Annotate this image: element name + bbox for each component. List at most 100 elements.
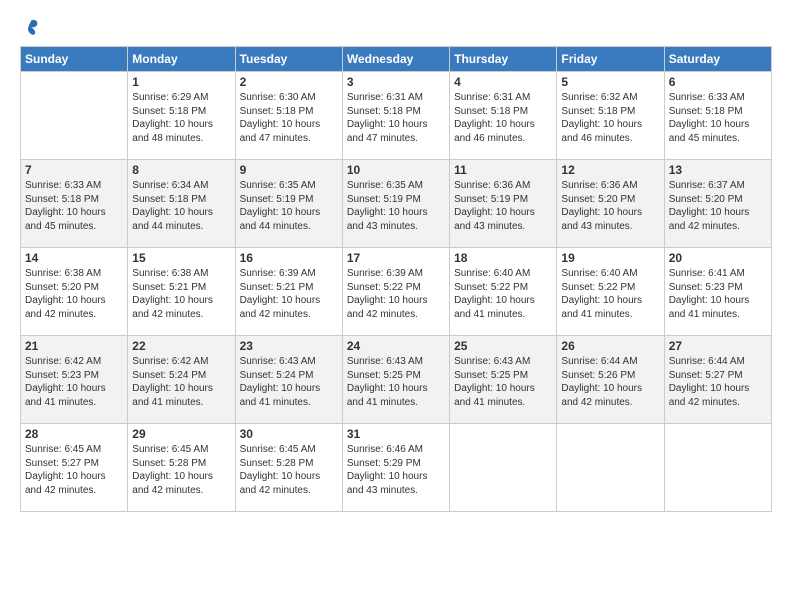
day-number: 5: [561, 75, 659, 89]
calendar-cell: 8 Sunrise: 6:34 AMSunset: 5:18 PMDaylight…: [128, 160, 235, 248]
day-number: 26: [561, 339, 659, 353]
calendar-cell: [664, 424, 771, 512]
day-info: Sunrise: 6:44 AMSunset: 5:27 PMDaylight:…: [669, 355, 767, 409]
day-number: 4: [454, 75, 552, 89]
day-number: 13: [669, 163, 767, 177]
header: [20, 18, 772, 38]
calendar-cell: 22 Sunrise: 6:42 AMSunset: 5:24 PMDayligh…: [128, 336, 235, 424]
day-info: Sunrise: 6:39 AMSunset: 5:22 PMDaylight:…: [347, 267, 445, 321]
day-info: Sunrise: 6:40 AMSunset: 5:22 PMDaylight:…: [454, 267, 552, 321]
page: SundayMondayTuesdayWednesdayThursdayFrid…: [0, 0, 792, 612]
day-number: 27: [669, 339, 767, 353]
day-number: 23: [240, 339, 338, 353]
day-number: 6: [669, 75, 767, 89]
calendar-cell: 18 Sunrise: 6:40 AMSunset: 5:22 PMDayligh…: [450, 248, 557, 336]
calendar-cell: 31Sunrise: 6:46 AMSunset: 5:29 PMDayligh…: [342, 424, 449, 512]
calendar-cell: 24 Sunrise: 6:43 AMSunset: 5:25 PMDayligh…: [342, 336, 449, 424]
calendar-cell: 14 Sunrise: 6:38 AMSunset: 5:20 PMDayligh…: [21, 248, 128, 336]
day-info: Sunrise: 6:44 AMSunset: 5:26 PMDaylight:…: [561, 355, 659, 409]
day-number: 20: [669, 251, 767, 265]
weekday-header-row: SundayMondayTuesdayWednesdayThursdayFrid…: [21, 47, 772, 72]
day-info: Sunrise: 6:38 AMSunset: 5:20 PMDaylight:…: [25, 267, 123, 321]
day-number: 30: [240, 427, 338, 441]
weekday-header-thursday: Thursday: [450, 47, 557, 72]
calendar-cell: 27 Sunrise: 6:44 AMSunset: 5:27 PMDayligh…: [664, 336, 771, 424]
day-number: 8: [132, 163, 230, 177]
calendar-cell: 2 Sunrise: 6:30 AMSunset: 5:18 PMDaylight…: [235, 72, 342, 160]
day-number: 29: [132, 427, 230, 441]
week-row-1: 1 Sunrise: 6:29 AMSunset: 5:18 PMDaylight…: [21, 72, 772, 160]
week-row-4: 21Sunrise: 6:42 AMSunset: 5:23 PMDayligh…: [21, 336, 772, 424]
calendar-cell: 10 Sunrise: 6:35 AMSunset: 5:19 PMDayligh…: [342, 160, 449, 248]
calendar-cell: 4 Sunrise: 6:31 AMSunset: 5:18 PMDaylight…: [450, 72, 557, 160]
day-number: 18: [454, 251, 552, 265]
day-number: 24: [347, 339, 445, 353]
week-row-2: 7 Sunrise: 6:33 AMSunset: 5:18 PMDaylight…: [21, 160, 772, 248]
day-number: 3: [347, 75, 445, 89]
calendar-cell: 11 Sunrise: 6:36 AMSunset: 5:19 PMDayligh…: [450, 160, 557, 248]
calendar-cell: 9Sunrise: 6:35 AMSunset: 5:19 PMDaylight…: [235, 160, 342, 248]
day-info: Sunrise: 6:31 AMSunset: 5:18 PMDaylight:…: [454, 91, 552, 145]
calendar-cell: 28 Sunrise: 6:45 AMSunset: 5:27 PMDayligh…: [21, 424, 128, 512]
calendar-cell: 23 Sunrise: 6:43 AMSunset: 5:24 PMDayligh…: [235, 336, 342, 424]
day-number: 17: [347, 251, 445, 265]
calendar-cell: 20 Sunrise: 6:41 AMSunset: 5:23 PMDayligh…: [664, 248, 771, 336]
day-number: 9: [240, 163, 338, 177]
calendar-cell: 16 Sunrise: 6:39 AMSunset: 5:21 PMDayligh…: [235, 248, 342, 336]
day-info: Sunrise: 6:29 AMSunset: 5:18 PMDaylight:…: [132, 91, 230, 145]
day-number: 1: [132, 75, 230, 89]
day-info: Sunrise: 6:32 AMSunset: 5:18 PMDaylight:…: [561, 91, 659, 145]
day-number: 21: [25, 339, 123, 353]
calendar-cell: 30 Sunrise: 6:45 AMSunset: 5:28 PMDayligh…: [235, 424, 342, 512]
calendar-cell: 21Sunrise: 6:42 AMSunset: 5:23 PMDayligh…: [21, 336, 128, 424]
day-info: Sunrise: 6:37 AMSunset: 5:20 PMDaylight:…: [669, 179, 767, 233]
day-number: 25: [454, 339, 552, 353]
day-number: 19: [561, 251, 659, 265]
calendar-cell: 5 Sunrise: 6:32 AMSunset: 5:18 PMDaylight…: [557, 72, 664, 160]
day-number: 2: [240, 75, 338, 89]
day-info: Sunrise: 6:34 AMSunset: 5:18 PMDaylight:…: [132, 179, 230, 233]
day-number: 11: [454, 163, 552, 177]
day-info: Sunrise: 6:41 AMSunset: 5:23 PMDaylight:…: [669, 267, 767, 321]
day-number: 10: [347, 163, 445, 177]
day-info: Sunrise: 6:36 AMSunset: 5:19 PMDaylight:…: [454, 179, 552, 233]
calendar-cell: 13 Sunrise: 6:37 AMSunset: 5:20 PMDayligh…: [664, 160, 771, 248]
weekday-header-friday: Friday: [557, 47, 664, 72]
calendar-cell: 17 Sunrise: 6:39 AMSunset: 5:22 PMDayligh…: [342, 248, 449, 336]
day-info: Sunrise: 6:43 AMSunset: 5:25 PMDaylight:…: [347, 355, 445, 409]
day-info: Sunrise: 6:30 AMSunset: 5:18 PMDaylight:…: [240, 91, 338, 145]
logo-bird-icon: [22, 18, 40, 36]
calendar-cell: [450, 424, 557, 512]
day-info: Sunrise: 6:36 AMSunset: 5:20 PMDaylight:…: [561, 179, 659, 233]
calendar-table: SundayMondayTuesdayWednesdayThursdayFrid…: [20, 46, 772, 512]
day-number: 16: [240, 251, 338, 265]
calendar-cell: 25Sunrise: 6:43 AMSunset: 5:25 PMDayligh…: [450, 336, 557, 424]
calendar-cell: 1 Sunrise: 6:29 AMSunset: 5:18 PMDaylight…: [128, 72, 235, 160]
calendar-cell: [21, 72, 128, 160]
day-info: Sunrise: 6:42 AMSunset: 5:24 PMDaylight:…: [132, 355, 230, 409]
weekday-header-wednesday: Wednesday: [342, 47, 449, 72]
day-info: Sunrise: 6:33 AMSunset: 5:18 PMDaylight:…: [25, 179, 123, 233]
calendar-cell: 6Sunrise: 6:33 AMSunset: 5:18 PMDaylight…: [664, 72, 771, 160]
day-info: Sunrise: 6:45 AMSunset: 5:27 PMDaylight:…: [25, 443, 123, 497]
calendar-cell: 29 Sunrise: 6:45 AMSunset: 5:28 PMDayligh…: [128, 424, 235, 512]
day-number: 22: [132, 339, 230, 353]
day-info: Sunrise: 6:45 AMSunset: 5:28 PMDaylight:…: [240, 443, 338, 497]
day-number: 7: [25, 163, 123, 177]
day-number: 14: [25, 251, 123, 265]
day-info: Sunrise: 6:43 AMSunset: 5:24 PMDaylight:…: [240, 355, 338, 409]
calendar-cell: 3Sunrise: 6:31 AMSunset: 5:18 PMDaylight…: [342, 72, 449, 160]
weekday-header-saturday: Saturday: [664, 47, 771, 72]
day-info: Sunrise: 6:45 AMSunset: 5:28 PMDaylight:…: [132, 443, 230, 497]
day-number: 12: [561, 163, 659, 177]
day-number: 28: [25, 427, 123, 441]
day-info: Sunrise: 6:39 AMSunset: 5:21 PMDaylight:…: [240, 267, 338, 321]
weekday-header-sunday: Sunday: [21, 47, 128, 72]
calendar-cell: 19Sunrise: 6:40 AMSunset: 5:22 PMDayligh…: [557, 248, 664, 336]
weekday-header-tuesday: Tuesday: [235, 47, 342, 72]
weekday-header-monday: Monday: [128, 47, 235, 72]
day-info: Sunrise: 6:46 AMSunset: 5:29 PMDaylight:…: [347, 443, 445, 497]
calendar-cell: 26 Sunrise: 6:44 AMSunset: 5:26 PMDayligh…: [557, 336, 664, 424]
day-number: 15: [132, 251, 230, 265]
day-info: Sunrise: 6:35 AMSunset: 5:19 PMDaylight:…: [347, 179, 445, 233]
